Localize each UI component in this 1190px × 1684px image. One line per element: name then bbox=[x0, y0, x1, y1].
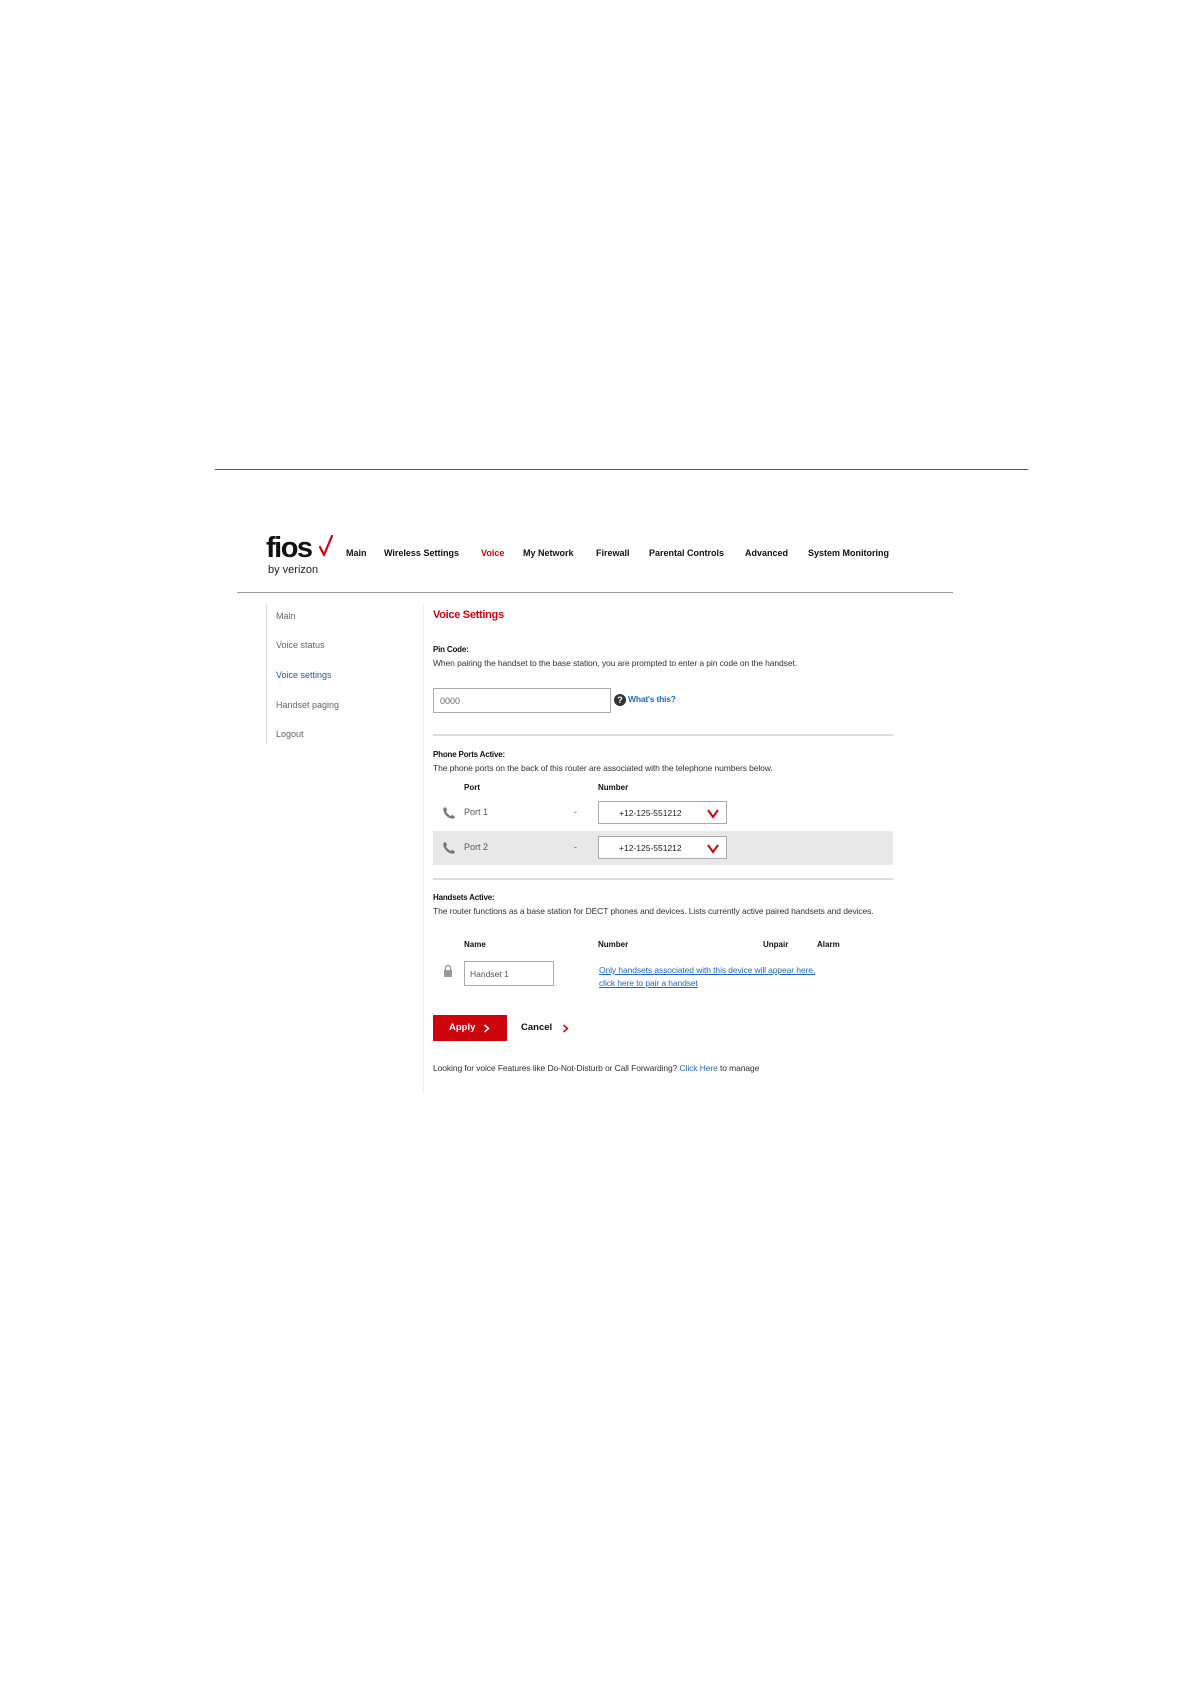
nav-main[interactable]: Main bbox=[346, 547, 367, 559]
sidebar-rail bbox=[266, 604, 267, 744]
number-column-header: Number bbox=[598, 940, 629, 949]
port-row: Port 2 - +12-125-551212 bbox=[433, 831, 893, 865]
sidebar-item-voice-settings[interactable]: Voice settings bbox=[276, 669, 332, 681]
selected-number: +12-125-551212 bbox=[619, 808, 682, 818]
handsets-info-link[interactable]: Only handsets associated with this devic… bbox=[599, 965, 815, 975]
section-divider bbox=[433, 734, 893, 736]
nav-my-network[interactable]: My Network bbox=[523, 547, 574, 559]
phone-ports-description: The phone ports on the back of this rout… bbox=[433, 763, 773, 773]
port-separator: - bbox=[574, 842, 577, 852]
page-top-rule bbox=[215, 469, 1028, 470]
cancel-button-label: Cancel bbox=[521, 1022, 553, 1033]
note-text-end: to manage bbox=[717, 1063, 760, 1073]
alarm-column-header: Alarm bbox=[817, 940, 840, 949]
port-label: Port 2 bbox=[464, 842, 489, 852]
whats-this-link[interactable]: What's this? bbox=[628, 694, 676, 704]
handsets-heading: Handsets Active: bbox=[433, 893, 495, 902]
pin-code-description: When pairing the handset to the base sta… bbox=[433, 658, 797, 668]
logo-wordmark: fios bbox=[266, 532, 313, 564]
phone-icon bbox=[443, 842, 455, 854]
nav-firewall[interactable]: Firewall bbox=[596, 547, 630, 559]
click-here-link[interactable]: Click Here bbox=[680, 1063, 718, 1073]
content-divider bbox=[423, 604, 424, 1094]
port-column-header: Port bbox=[464, 783, 480, 792]
phone-icon bbox=[443, 807, 455, 819]
fios-logo: fios by verizon bbox=[266, 533, 338, 581]
note-text: Looking for voice Features like Do-Not-D… bbox=[433, 1063, 680, 1073]
apply-button[interactable]: Apply bbox=[433, 1015, 507, 1041]
sidebar-item-logout[interactable]: Logout bbox=[276, 728, 304, 740]
chevron-down-icon bbox=[707, 809, 719, 819]
header-divider bbox=[237, 592, 953, 593]
chevron-down-icon bbox=[707, 844, 719, 854]
cancel-button[interactable]: Cancel bbox=[521, 1015, 581, 1041]
lock-icon bbox=[444, 964, 452, 977]
section-divider bbox=[433, 878, 893, 880]
number-column-header: Number bbox=[598, 783, 629, 792]
name-column-header: Name bbox=[464, 940, 486, 949]
nav-advanced[interactable]: Advanced bbox=[745, 547, 788, 559]
question-circle-icon[interactable]: ? bbox=[614, 694, 626, 706]
port-number-select[interactable]: +12-125-551212 bbox=[598, 836, 727, 859]
unpair-column-header: Unpair bbox=[763, 940, 789, 949]
pin-code-heading: Pin Code: bbox=[433, 645, 469, 654]
nav-system-monitoring[interactable]: System Monitoring bbox=[808, 547, 889, 559]
chevron-right-icon bbox=[563, 1024, 569, 1033]
logo-subtitle: by verizon bbox=[268, 564, 319, 576]
voice-features-note: Looking for voice Features like Do-Not-D… bbox=[433, 1063, 759, 1073]
nav-voice[interactable]: Voice bbox=[481, 547, 504, 559]
handset-name-input[interactable] bbox=[464, 961, 554, 986]
selected-number: +12-125-551212 bbox=[619, 843, 682, 853]
port-row: Port 1 - +12-125-551212 bbox=[433, 796, 893, 830]
chevron-right-icon bbox=[484, 1024, 490, 1033]
port-number-select[interactable]: +12-125-551212 bbox=[598, 801, 727, 824]
apply-button-label: Apply bbox=[449, 1022, 476, 1033]
port-separator: - bbox=[574, 807, 577, 817]
nav-wireless-settings[interactable]: Wireless Settings bbox=[384, 547, 459, 559]
nav-parental-controls[interactable]: Parental Controls bbox=[649, 547, 724, 559]
pair-handset-link[interactable]: click here to pair a handset bbox=[599, 978, 698, 988]
port-label: Port 1 bbox=[464, 807, 489, 817]
pin-code-input[interactable] bbox=[433, 688, 611, 713]
handsets-description: The router functions as a base station f… bbox=[433, 906, 874, 916]
phone-ports-heading: Phone Ports Active: bbox=[433, 750, 505, 759]
sidebar-item-voice-status[interactable]: Voice status bbox=[276, 639, 325, 651]
sidebar-item-handset-paging[interactable]: Handset paging bbox=[276, 699, 339, 711]
sidebar-item-main[interactable]: Main bbox=[276, 610, 296, 622]
page-title: Voice Settings bbox=[433, 609, 504, 621]
checkmark-icon bbox=[319, 535, 333, 557]
